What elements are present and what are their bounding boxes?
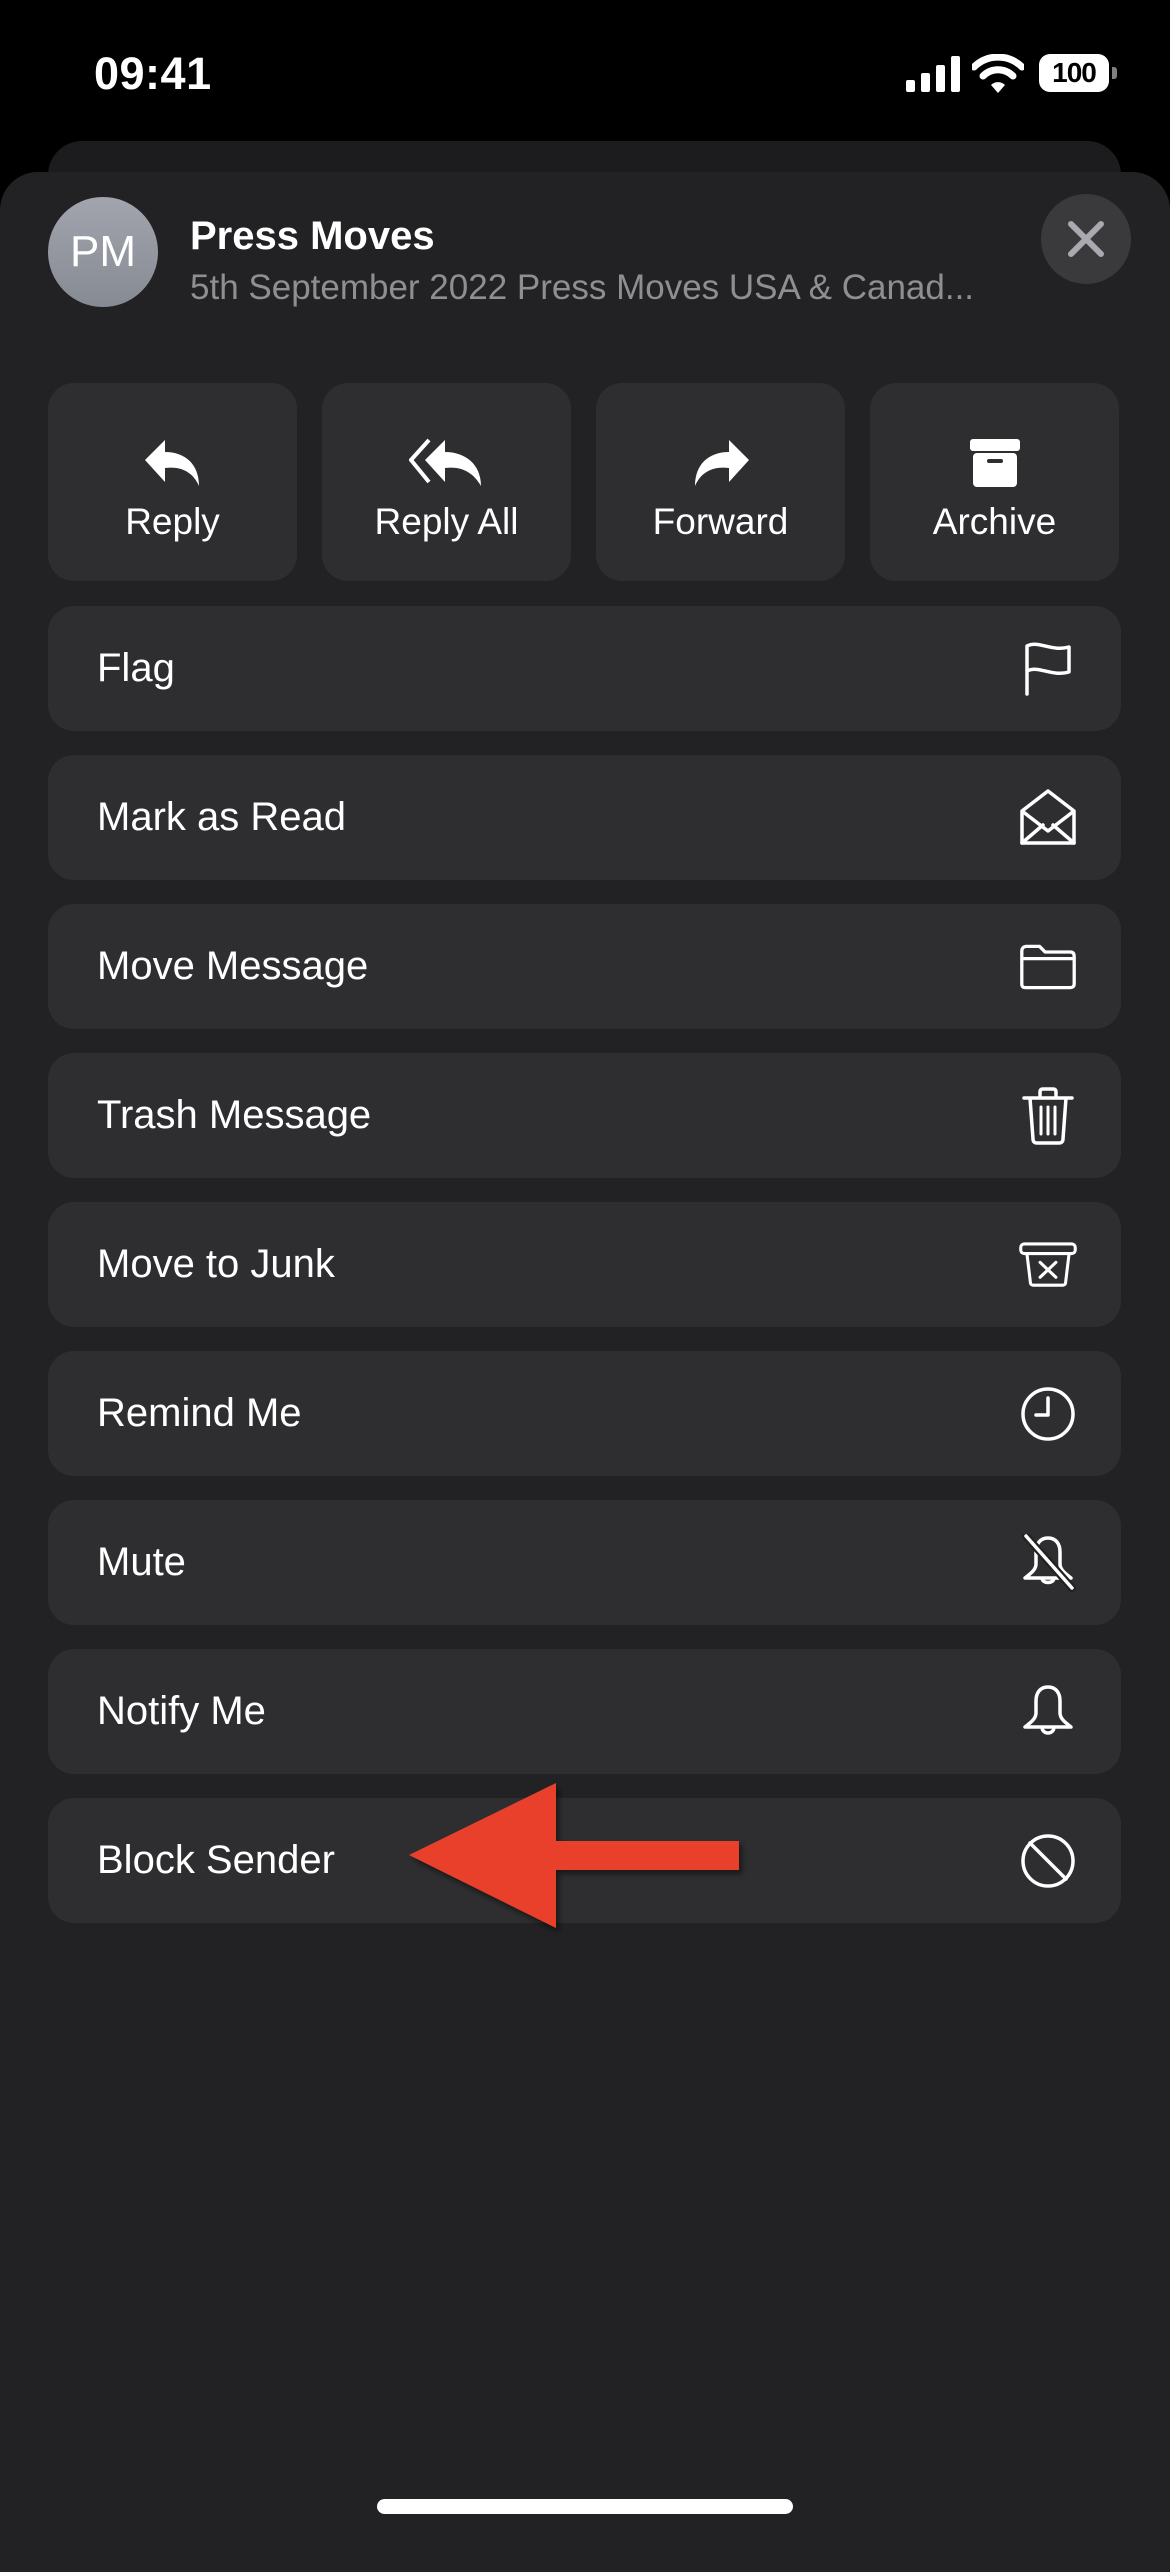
- flag-action[interactable]: Flag: [48, 606, 1121, 731]
- notify-me-label: Notify Me: [97, 1689, 266, 1733]
- notify-me-action[interactable]: Notify Me: [48, 1649, 1121, 1774]
- folder-icon: [1020, 944, 1076, 990]
- arrow-shape: [409, 1783, 739, 1928]
- sender-name: Press Moves: [190, 214, 435, 258]
- envelope-open-icon: [1020, 789, 1076, 845]
- reply-button[interactable]: Reply: [48, 383, 297, 581]
- signal-icon: [906, 56, 960, 92]
- remind-me-action[interactable]: Remind Me: [48, 1351, 1121, 1476]
- battery-icon: 100: [1039, 54, 1119, 94]
- forward-button[interactable]: Forward: [596, 383, 845, 581]
- block-icon: [1021, 1834, 1075, 1888]
- annotation-arrow: [409, 1783, 739, 1928]
- move-message-action[interactable]: Move Message: [48, 904, 1121, 1029]
- forward-label: Forward: [652, 501, 789, 542]
- junk-bin-icon: [1019, 1242, 1077, 1287]
- wifi-icon: [972, 54, 1024, 93]
- trash-message-action[interactable]: Trash Message: [48, 1053, 1121, 1178]
- clock-icon: [1021, 1387, 1075, 1441]
- status-time: 09:41: [94, 48, 212, 99]
- move-to-junk-action[interactable]: Move to Junk: [48, 1202, 1121, 1327]
- home-indicator[interactable]: [377, 2499, 793, 2514]
- trash-icon: [1022, 1087, 1074, 1145]
- battery-level: 100: [1039, 54, 1109, 92]
- bell-icon: [1023, 1685, 1073, 1735]
- mark-as-read-label: Mark as Read: [97, 795, 346, 839]
- move-to-junk-label: Move to Junk: [97, 1242, 335, 1286]
- battery-cap: [1112, 67, 1117, 79]
- avatar: PM: [48, 197, 158, 307]
- forward-icon: [694, 440, 749, 486]
- reply-icon: [144, 440, 199, 486]
- block-sender-label: Block Sender: [97, 1838, 335, 1882]
- archive-icon: [969, 439, 1020, 487]
- bell-slash-icon: [1022, 1534, 1076, 1592]
- reply-all-label: Reply All: [374, 501, 519, 542]
- archive-button[interactable]: Archive: [870, 383, 1119, 581]
- close-icon: [1068, 221, 1104, 257]
- reply-all-button[interactable]: Reply All: [322, 383, 571, 581]
- archive-label: Archive: [932, 501, 1057, 542]
- reply-label: Reply: [125, 501, 220, 542]
- remind-me-label: Remind Me: [97, 1391, 302, 1435]
- trash-message-label: Trash Message: [97, 1093, 372, 1137]
- status-bar: 09:41 100: [0, 0, 1170, 140]
- flag-icon: [1025, 642, 1071, 696]
- move-message-label: Move Message: [97, 944, 369, 988]
- mark-as-read-action[interactable]: Mark as Read: [48, 755, 1121, 880]
- message-subject: 5th September 2022 Press Moves USA & Can…: [190, 268, 975, 307]
- close-button[interactable]: [1041, 194, 1131, 284]
- mute-label: Mute: [97, 1540, 186, 1584]
- quick-actions: Reply Reply All Forward Archive: [48, 383, 1121, 581]
- mute-action[interactable]: Mute: [48, 1500, 1121, 1625]
- reply-all-icon: [408, 438, 481, 486]
- flag-label: Flag: [97, 646, 175, 690]
